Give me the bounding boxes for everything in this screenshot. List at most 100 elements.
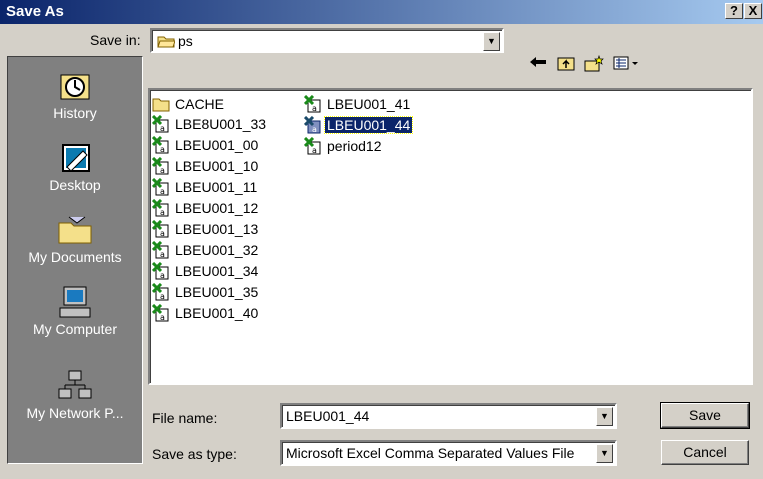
file-item[interactable]: a LBEU001_34 [152,261,260,281]
my-network-places-icon [58,370,92,399]
file-name: LBEU001_35 [175,284,259,300]
file-name: LBEU001_12 [175,200,259,216]
file-item[interactable]: a LBEU001_13 [152,219,260,239]
place-my-network[interactable]: My Network P... [8,369,142,421]
svg-text:a: a [160,292,165,301]
folder-open-icon [157,36,175,48]
place-history[interactable]: History [8,69,142,121]
dialog-title: Save As [6,3,64,20]
file-name: LBEU001_44 [323,116,414,134]
file-name: LBEU001_34 [175,263,259,279]
place-my-network-label: My Network P... [26,405,124,421]
excel-csv-icon: a [304,116,321,134]
save-as-dialog: Save As ? X Save in: ps ▼ History Deskto… [0,0,763,479]
excel-csv-icon: a [304,95,321,113]
file-name-value: LBEU001_44 [286,408,370,424]
title-bar: Save As ? X [0,0,763,24]
file-item[interactable]: a LBEU001_00 [152,135,260,155]
excel-csv-icon: a [152,262,169,280]
excel-csv-icon: a [304,137,321,155]
svg-text:a: a [312,125,317,134]
excel-csv-icon: a [152,136,169,154]
place-desktop-label: Desktop [49,177,101,193]
excel-csv-icon: a [152,199,169,217]
place-my-documents-label: My Documents [28,249,122,265]
back-icon[interactable] [528,55,548,75]
svg-text:a: a [312,146,317,155]
file-name-label: File name: [152,410,218,426]
file-name: LBEU001_13 [175,221,259,237]
save-as-type-dropdown-arrow[interactable]: ▼ [596,444,613,463]
save-in-label: Save in: [90,32,141,48]
svg-text:a: a [312,104,317,113]
up-folder-glyph [557,57,575,71]
excel-csv-icon: a [152,241,169,259]
save-as-type-value: Microsoft Excel Comma Separated Values F… [286,445,575,461]
save-as-type-select[interactable]: Microsoft Excel Comma Separated Values F… [280,440,617,466]
svg-text:a: a [160,208,165,217]
save-in-dropdown-arrow[interactable]: ▼ [483,32,500,51]
svg-text:a: a [160,187,165,196]
save-in-value: ps [178,33,193,49]
file-item-selected[interactable]: a LBEU001_44 [304,115,414,135]
svg-text:a: a [160,250,165,259]
my-documents-icon [58,216,92,244]
help-button[interactable]: ? [725,3,743,19]
place-history-label: History [53,105,97,121]
folder-item[interactable]: CACHE [152,94,226,114]
file-name: CACHE [175,96,225,112]
svg-text:a: a [160,124,165,133]
file-list-items: CACHE a LBE8U001_33 a LBEU001_00 a LBEU001_… [148,88,753,385]
svg-text:a: a [160,313,165,322]
file-item[interactable]: a LBE8U001_33 [152,114,268,134]
place-my-documents[interactable]: My Documents [8,213,142,265]
excel-csv-icon: a [152,115,169,133]
file-item[interactable]: a LBEU001_40 [152,303,260,323]
new-folder-glyph [584,54,604,72]
excel-csv-icon: a [152,304,169,322]
my-computer-icon [59,286,91,318]
file-name: LBEU001_00 [175,137,259,153]
excel-csv-icon: a [152,157,169,175]
excel-csv-icon: a [152,220,169,238]
svg-text:a: a [160,145,165,154]
file-item[interactable]: a LBEU001_41 [304,94,412,114]
place-my-computer-label: My Computer [32,321,118,337]
file-name: LBEU001_41 [327,96,411,112]
save-in-combo[interactable]: ps ▼ [150,28,504,53]
file-item[interactable]: a LBEU001_12 [152,198,260,218]
file-name: period12 [327,138,382,154]
file-item[interactable]: a LBEU001_11 [152,177,259,197]
file-name-dropdown-arrow[interactable]: ▼ [596,407,613,426]
excel-csv-icon: a [152,283,169,301]
file-name: LBE8U001_33 [175,116,267,132]
cancel-button[interactable]: Cancel [661,440,749,465]
new-folder-icon[interactable] [584,54,604,75]
svg-text:a: a [160,271,165,280]
file-name: LBEU001_32 [175,242,259,258]
save-as-type-label: Save as type: [152,446,237,462]
back-arrow [530,57,546,67]
place-my-computer[interactable]: My Computer [8,285,142,337]
file-item[interactable]: a LBEU001_35 [152,282,260,302]
file-name: LBEU001_40 [175,305,259,321]
svg-text:a: a [160,229,165,238]
file-item[interactable]: a period12 [304,136,384,156]
desktop-icon [62,144,90,172]
file-name-input[interactable]: LBEU001_44 ▼ [280,403,617,429]
svg-text:a: a [160,166,165,175]
place-desktop[interactable]: Desktop [8,141,142,193]
close-button[interactable]: X [744,3,762,19]
excel-csv-icon: a [152,178,169,196]
places-bar: History Desktop My Documents My Computer… [7,56,143,464]
up-folder-icon[interactable] [556,55,576,75]
folder-icon [152,98,170,112]
file-item[interactable]: a LBEU001_10 [152,156,260,176]
file-name: LBEU001_10 [175,158,259,174]
save-button[interactable]: Save [660,402,750,429]
file-item[interactable]: a LBEU001_32 [152,240,260,260]
view-menu-glyph [613,56,638,70]
file-name: LBEU001_11 [175,179,258,195]
view-menu-icon[interactable] [612,55,642,75]
history-icon [60,74,90,100]
